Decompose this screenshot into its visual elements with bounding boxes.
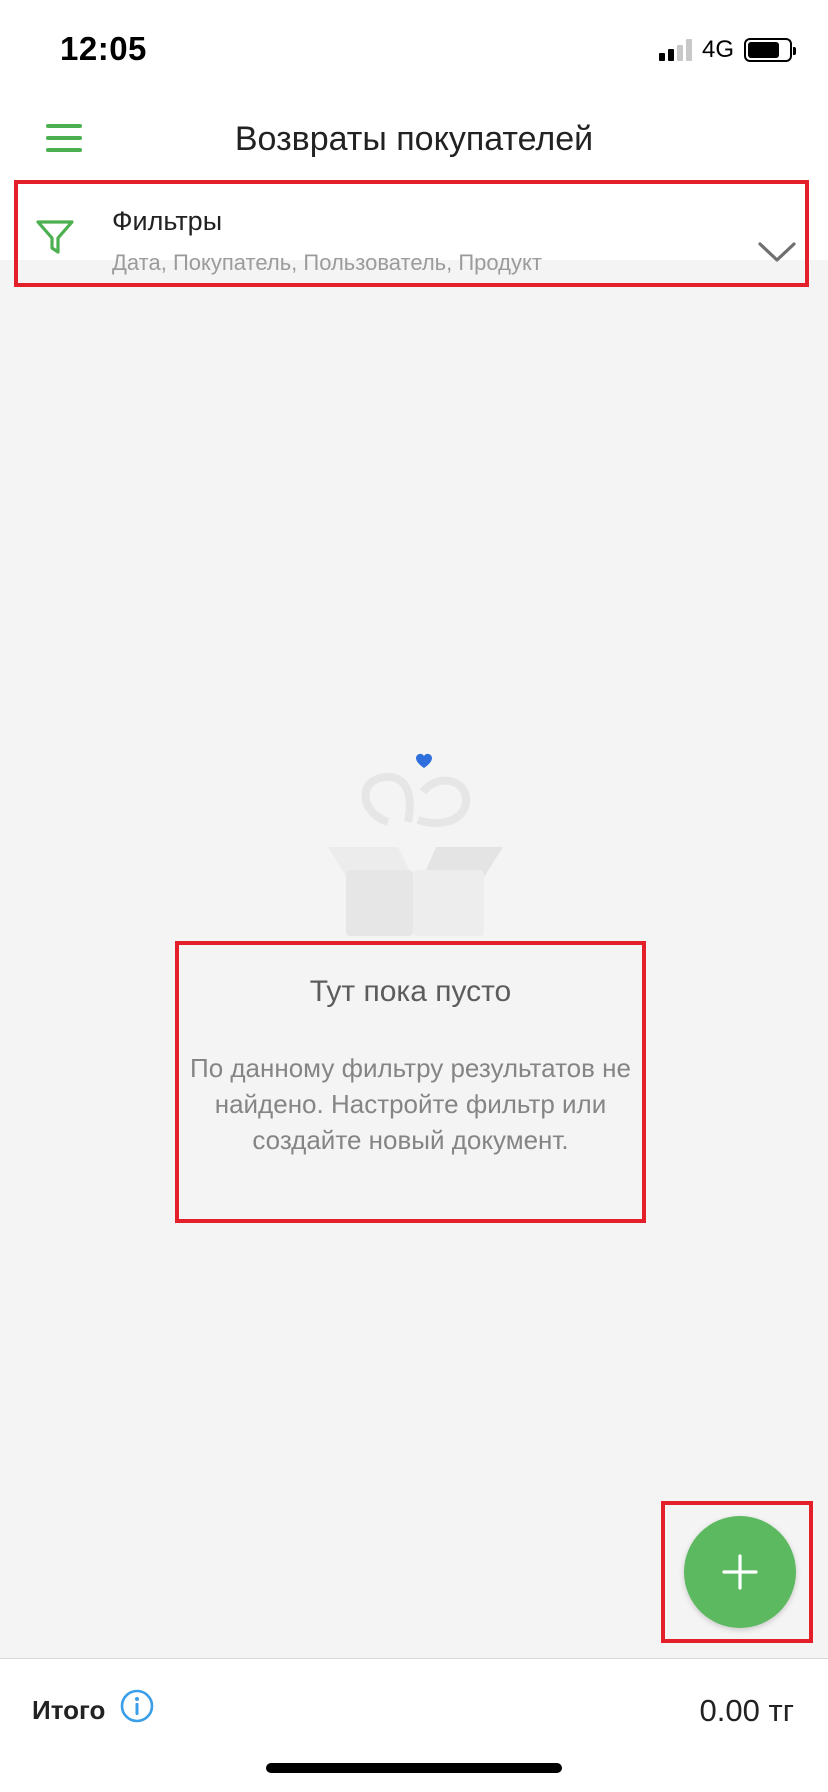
status-indicators: 4G: [658, 36, 796, 64]
empty-state-title: Тут пока пусто: [309, 975, 512, 1008]
total-value: 0.00 тг: [699, 1693, 794, 1728]
filter-subtitle: Дата, Покупатель, Пользователь, Продукт: [112, 250, 542, 275]
filter-title: Фильтры: [112, 206, 223, 236]
chevron-down-icon[interactable]: [756, 232, 798, 274]
total-label: Итого: [32, 1695, 106, 1725]
signal-icon: [658, 39, 692, 61]
app-header: Возвраты покупателей: [0, 96, 828, 180]
info-icon[interactable]: [120, 1689, 154, 1723]
plus-icon: [722, 1554, 758, 1590]
empty-state: Тут пока пусто По данному фильтру резуль…: [175, 941, 646, 1223]
add-document-button[interactable]: [684, 1516, 796, 1628]
filter-panel[interactable]: Фильтры Дата, Покупатель, Пользователь, …: [0, 180, 828, 287]
status-time: 12:05: [60, 30, 147, 67]
status-bar: 12:05 4G: [0, 0, 828, 96]
empty-state-message: По данному фильтру результатов не найден…: [190, 1053, 631, 1155]
network-label: 4G: [701, 36, 734, 63]
page-title: Возвраты покупателей: [234, 120, 594, 158]
home-indicator[interactable]: [266, 1763, 562, 1773]
filter-funnel-icon: [36, 220, 74, 254]
open-box-icon: [328, 753, 503, 936]
battery-icon: [744, 38, 796, 62]
